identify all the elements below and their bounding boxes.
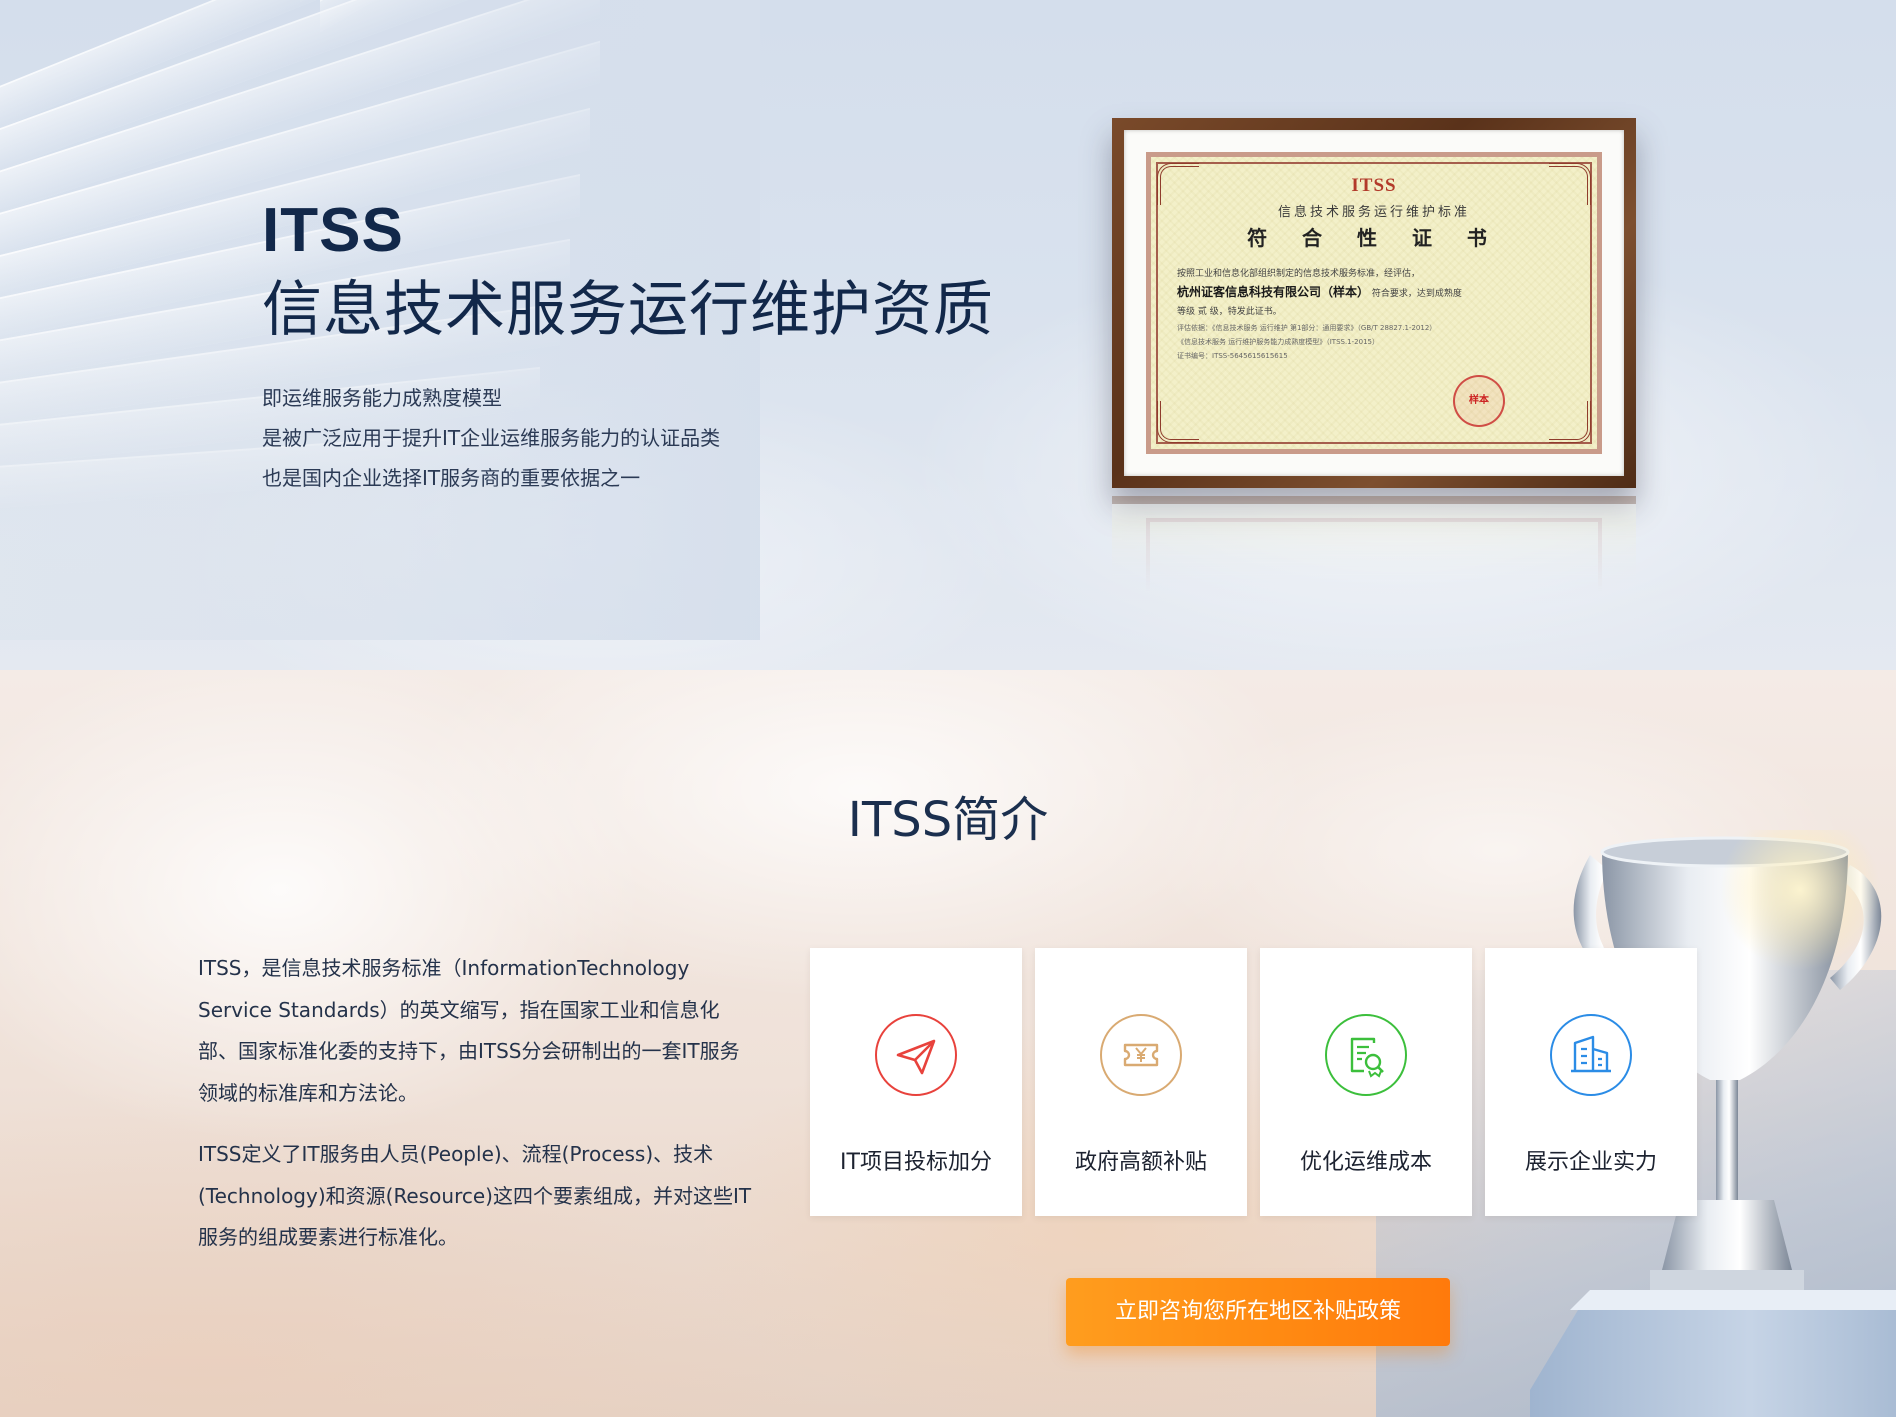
- benefit-card-label: IT项目投标加分: [840, 1150, 992, 1175]
- intro-paragraph: ITSS定义了IT服务由人员(People)、流程(Process)、技术(Te…: [198, 1142, 752, 1249]
- benefit-card-bidding[interactable]: IT项目投标加分: [810, 948, 1022, 1216]
- benefit-card-subsidy[interactable]: 政府高额补贴: [1035, 948, 1247, 1216]
- certificate-basis: 《信息技术服务 运行维护服务能力成熟度模型》（ITSS.1-2015）: [1177, 338, 1379, 346]
- certificate-standard: 信息技术服务运行维护标准: [1277, 205, 1470, 220]
- certificate-logo: ITSS: [1351, 175, 1397, 196]
- certificate-text: 等级 贰 级，特发此证书。: [1177, 307, 1282, 317]
- document-search-icon: [1324, 1013, 1408, 1097]
- benefit-card-cost[interactable]: 优化运维成本: [1260, 948, 1472, 1216]
- benefit-card-label: 优化运维成本: [1299, 1150, 1432, 1175]
- certificate-text: 按照工业和信息化部组织制定的信息技术服务标准，经评估，: [1177, 269, 1421, 279]
- certificate-heading: 符 合 性 证 书: [1247, 226, 1501, 250]
- buildings-icon: [1549, 1013, 1633, 1097]
- certificate-basis: 评估依据：《信息技术服务 运行维护 第1部分：通用要求》（GB/T 28827.…: [1177, 324, 1437, 332]
- certificate-image: ITSS 信息技术服务运行维护标准 符 合 性 证 书 按照工业和信息化部组织制…: [1146, 152, 1602, 454]
- benefit-card-label: 展示企业实力: [1524, 1150, 1657, 1175]
- benefit-cards: IT项目投标加分 政府高额补贴 优化运维成本 展示企业实力: [810, 948, 1698, 1218]
- consult-subsidy-button[interactable]: 立即咨询您所在地区补贴政策: [1066, 1278, 1450, 1346]
- intro-text: ITSS，是信息技术服务标准（InformationTechnology Ser…: [198, 948, 758, 1279]
- itss-page: ITSS 信息技术服务运行维护资质 即运维服务能力成熟度模型 是被广泛应用于提升…: [0, 0, 1896, 1417]
- certificate-body: 按照工业和信息化部组织制定的信息技术服务标准，经评估， 杭州证客信息科技有限公司…: [1177, 265, 1571, 363]
- certificate-number: 证书编号：ITSS-5645615615615: [1177, 352, 1288, 360]
- hero-description-line: 也是国内企业选择IT服务商的重要依据之一: [262, 466, 641, 490]
- benefit-card-label: 政府高额补贴: [1074, 1150, 1207, 1175]
- yuan-ticket-icon: [1099, 1013, 1183, 1097]
- itss-intro-section: ITSS简介 ITSS，是信息技术服务标准（InformationTechnol…: [0, 670, 1896, 1417]
- certificate-seal: 样本: [1453, 375, 1505, 427]
- hero-description-line: 是被广泛应用于提升IT企业运维服务能力的认证品类: [262, 426, 721, 450]
- hero-description: 即运维服务能力成熟度模型 是被广泛应用于提升IT企业运维服务能力的认证品类 也是…: [262, 378, 1062, 498]
- hero-title: ITSS: [262, 196, 404, 265]
- certificate-frame: ITSS 信息技术服务运行维护标准 符 合 性 证 书 按照工业和信息化部组织制…: [1112, 118, 1636, 488]
- intro-paragraph: ITSS，是信息技术服务标准（InformationTechnology Ser…: [198, 956, 740, 1105]
- intro-title: ITSS简介: [847, 792, 1049, 848]
- benefit-card-strength[interactable]: 展示企业实力: [1485, 948, 1697, 1216]
- certificate-company: 杭州证客信息科技有限公司（样本）: [1177, 285, 1370, 299]
- hero-text-block: ITSS 信息技术服务运行维护资质 即运维服务能力成熟度模型 是被广泛应用于提升…: [262, 196, 1062, 498]
- hero-banner: ITSS 信息技术服务运行维护资质 即运维服务能力成熟度模型 是被广泛应用于提升…: [0, 0, 1896, 670]
- hero-subtitle: 信息技术服务运行维护资质: [262, 275, 994, 345]
- paper-plane-icon: [874, 1013, 958, 1097]
- hero-description-line: 即运维服务能力成熟度模型: [262, 386, 502, 410]
- certificate-text: 符合要求，达到成熟度: [1371, 289, 1462, 299]
- certificate-reflection: [1112, 496, 1636, 592]
